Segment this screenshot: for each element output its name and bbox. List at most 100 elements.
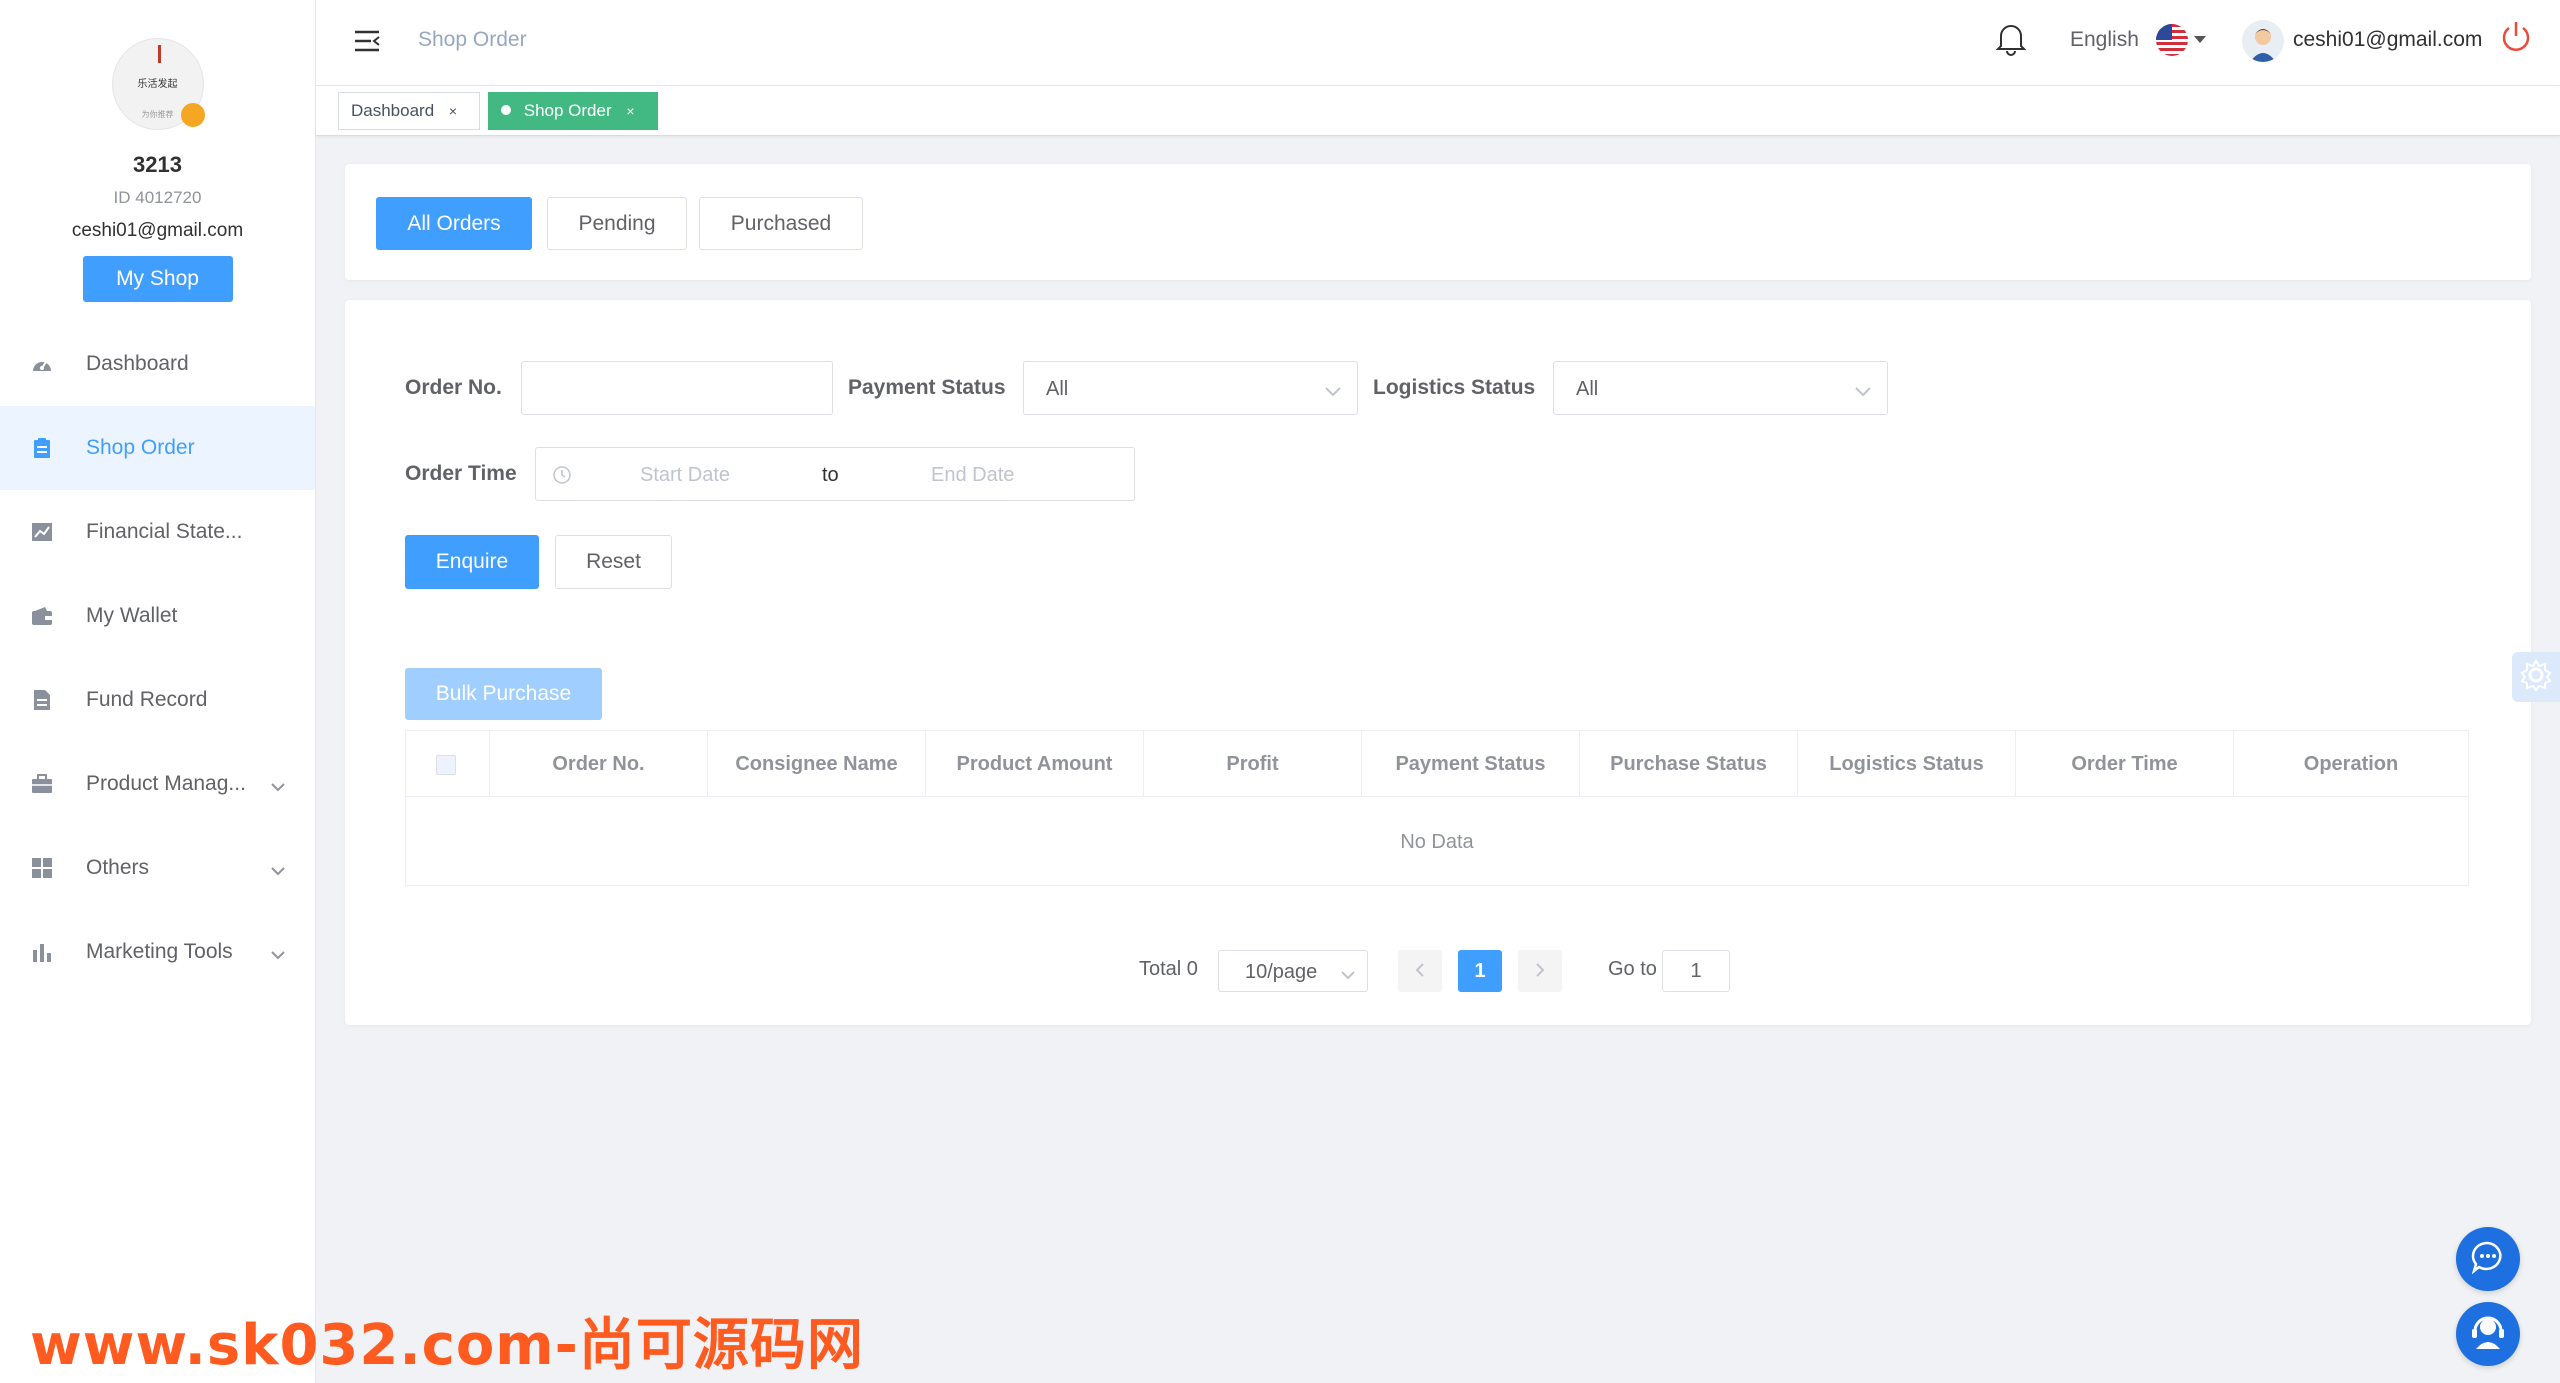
order-tabs-card: All Orders Pending Purchased: [345, 164, 2531, 280]
language-selector[interactable]: English: [2070, 28, 2139, 52]
column-header: Payment Status: [1362, 731, 1580, 797]
order-no-input[interactable]: [521, 361, 833, 415]
user-email: ceshi01@gmail.com: [71, 220, 244, 241]
chevron-down-icon: [1341, 963, 1355, 986]
bulk-purchase-button[interactable]: Bulk Purchase: [405, 668, 602, 720]
sidebar-item-financial-statement[interactable]: Financial State...: [0, 490, 315, 574]
sidebar-item-fund-record[interactable]: Fund Record: [0, 658, 315, 742]
order-time-label: Order Time: [405, 462, 517, 485]
logistics-status-select[interactable]: All: [1553, 361, 1888, 415]
logistics-status-value: All: [1576, 378, 1599, 400]
tab-purchased[interactable]: Purchased: [699, 197, 863, 250]
sidebar-item-shop-order[interactable]: Shop Order: [0, 406, 315, 490]
page-size-value: 10/page: [1245, 961, 1318, 983]
sidebar: 乐活发起 为你推荐 3213 ID 4012720 ceshi01@gmail.…: [0, 0, 316, 1383]
range-separator: to: [822, 464, 839, 486]
sidebar-item-product-management[interactable]: Product Manag...: [0, 742, 315, 826]
my-shop-button[interactable]: My Shop: [82, 256, 233, 302]
select-all-cell: [406, 731, 490, 797]
chevron-down-icon: [1325, 380, 1341, 403]
close-icon[interactable]: ×: [626, 103, 634, 119]
sidebar-item-label: Financial State...: [86, 520, 243, 543]
headset-icon: [2469, 1313, 2507, 1356]
start-date-input[interactable]: Start Date: [640, 464, 730, 487]
active-dot-icon: [501, 105, 511, 115]
watermark-text: www.sk032.com-尚可源码网: [30, 1313, 864, 1378]
gear-icon: [2520, 658, 2552, 696]
bar-chart-icon: [30, 940, 54, 964]
column-header: Order No.: [490, 731, 708, 797]
profile-section: 乐活发起 为你推荐 3213 ID 4012720 ceshi01@gmail.…: [0, 0, 315, 302]
page-number-button[interactable]: 1: [1458, 950, 1502, 992]
payment-status-label: Payment Status: [848, 376, 1006, 399]
clipboard-icon: [30, 436, 54, 460]
end-date-input[interactable]: End Date: [931, 464, 1014, 487]
chevron-left-icon: [1415, 963, 1424, 977]
enquire-button[interactable]: Enquire: [405, 535, 539, 589]
caret-down-icon[interactable]: [2194, 36, 2206, 43]
briefcase-icon: [30, 772, 54, 796]
orders-card: Order No. Payment Status All Logistics S…: [345, 300, 2531, 1025]
settings-drawer-toggle[interactable]: [2512, 652, 2560, 702]
tag-shop-order[interactable]: Shop Order ×: [488, 92, 658, 130]
chart-line-icon: [30, 520, 54, 544]
next-page-button[interactable]: [1518, 950, 1562, 992]
sidebar-item-label: Product Manag...: [86, 772, 246, 795]
top-header: Shop Order English ceshi01@gmail.com: [316, 0, 2560, 86]
sidebar-menu: Dashboard Shop Order Financial State... …: [0, 322, 315, 994]
bell-icon[interactable]: [1995, 22, 2027, 61]
order-no-label: Order No.: [405, 376, 502, 399]
chevron-down-icon: [1855, 380, 1871, 403]
pagination-total: Total 0: [1139, 958, 1198, 980]
sidebar-item-label: Marketing Tools: [86, 940, 233, 963]
sidebar-item-others[interactable]: Others: [0, 826, 315, 910]
close-icon[interactable]: ×: [449, 103, 457, 119]
user-email-menu[interactable]: ceshi01@gmail.com: [2293, 28, 2482, 52]
tab-pending[interactable]: Pending: [547, 197, 687, 250]
chevron-down-icon: [271, 858, 285, 882]
table-header: Order No. Consignee Name Product Amount …: [406, 731, 2468, 797]
select-all-checkbox[interactable]: [436, 755, 456, 775]
hamburger-icon[interactable]: [354, 29, 380, 58]
payment-status-value: All: [1046, 378, 1069, 400]
power-icon[interactable]: [2500, 20, 2532, 59]
document-icon: [30, 688, 54, 712]
page-size-select[interactable]: 10/page: [1218, 950, 1368, 992]
goto-page-input[interactable]: 1: [1662, 950, 1730, 992]
column-header: Operation: [2303, 753, 2399, 775]
reset-button[interactable]: Reset: [555, 535, 672, 589]
empty-state: No Data: [1400, 831, 1474, 853]
user-avatar[interactable]: [2242, 20, 2284, 62]
sidebar-item-label: Fund Record: [86, 688, 208, 711]
tab-all-orders[interactable]: All Orders: [376, 197, 532, 250]
tag-label: Shop Order: [523, 101, 612, 120]
us-flag-icon[interactable]: [2156, 24, 2188, 56]
wallet-icon: [30, 604, 54, 628]
grid-icon: [30, 856, 54, 880]
order-time-range-picker[interactable]: Start Date to End Date: [535, 447, 1135, 501]
shop-avatar[interactable]: 乐活发起 为你推荐: [111, 38, 205, 130]
customer-service-button[interactable]: [2456, 1302, 2520, 1366]
prev-page-button[interactable]: [1398, 950, 1442, 992]
sidebar-item-label: Shop Order: [86, 436, 195, 459]
column-header: Order Time: [2016, 731, 2234, 797]
tag-dashboard[interactable]: Dashboard ×: [338, 92, 480, 130]
sidebar-item-marketing-tools[interactable]: Marketing Tools: [0, 910, 315, 994]
sidebar-item-label: Dashboard: [86, 352, 189, 375]
logistics-status-label: Logistics Status: [1373, 376, 1536, 399]
chevron-down-icon: [271, 774, 285, 798]
tag-label: Dashboard: [351, 101, 435, 120]
gauge-icon: [30, 352, 54, 376]
chevron-right-icon: [1536, 963, 1545, 977]
column-header: Profit: [1144, 731, 1362, 797]
sidebar-item-my-wallet[interactable]: My Wallet: [0, 574, 315, 658]
chat-button[interactable]: [2456, 1227, 2520, 1291]
column-header: Purchase Status: [1580, 731, 1798, 797]
column-header: Consignee Name: [708, 731, 926, 797]
sidebar-item-label: Others: [86, 856, 150, 879]
payment-status-select[interactable]: All: [1023, 361, 1358, 415]
chat-bubble-icon: [2471, 1240, 2505, 1279]
clock-icon: [552, 465, 572, 491]
goto-label: Go to: [1608, 958, 1657, 980]
sidebar-item-dashboard[interactable]: Dashboard: [0, 322, 315, 406]
